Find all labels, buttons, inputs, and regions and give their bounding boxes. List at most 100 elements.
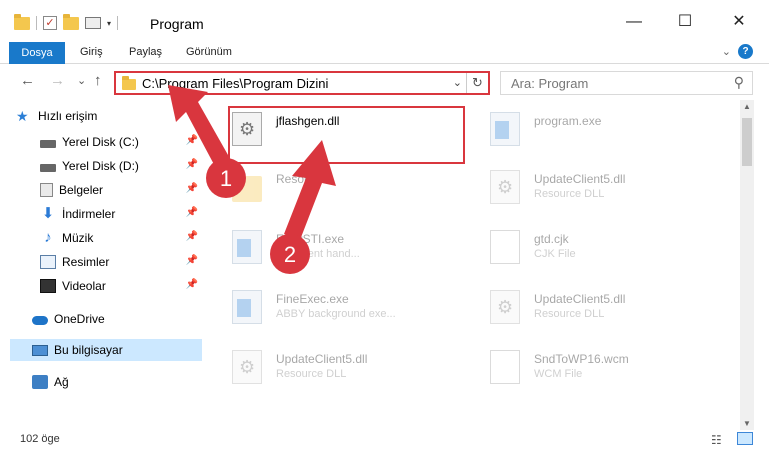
- search-icon[interactable]: ⚲: [734, 74, 744, 91]
- new-folder-icon[interactable]: [63, 13, 79, 30]
- address-bar[interactable]: C:\Program Files\Program Dizini ⌄ ↻: [114, 71, 490, 95]
- up-button[interactable]: ↑: [94, 72, 102, 89]
- sidebar-item-quick-access[interactable]: ★ Hızlı erişim: [16, 105, 202, 127]
- sidebar-item-label: Bu bilgisayar: [54, 343, 123, 357]
- vertical-scrollbar[interactable]: ▲ ▼: [740, 100, 754, 430]
- dll-gear-icon: [232, 350, 262, 384]
- sidebar-item-videos[interactable]: Videolar 📌: [40, 275, 202, 297]
- file-name: program.exe: [534, 114, 602, 128]
- properties-icon[interactable]: [85, 17, 101, 29]
- dll-gear-icon: [490, 170, 520, 204]
- pin-icon[interactable]: 📌: [186, 207, 198, 218]
- file-item[interactable]: Resource: [206, 164, 446, 208]
- address-path[interactable]: C:\Program Files\Program Dizini: [142, 76, 328, 91]
- file-item[interactable]: program.exe: [464, 106, 704, 150]
- drive-icon: [40, 163, 56, 172]
- sidebar-item-drive-c[interactable]: Yerel Disk (C:) 📌: [40, 131, 202, 153]
- scroll-down-arrow-icon[interactable]: ▼: [743, 419, 751, 428]
- quick-access-toolbar: ✓ ▾: [14, 13, 119, 32]
- sidebar-item-pictures[interactable]: Resimler 📌: [40, 251, 202, 273]
- customize-toolbar-dropdown[interactable]: ▾: [107, 19, 111, 28]
- folder-icon: [14, 13, 30, 30]
- file-name: UpdateClient5.dll: [534, 292, 626, 306]
- file-item[interactable]: SndToWP16.wcm WCM File: [464, 344, 704, 388]
- file-item[interactable]: gtd.cjk CJK File: [464, 224, 704, 268]
- sidebar-item-onedrive[interactable]: OneDrive: [32, 308, 202, 330]
- tab-file[interactable]: Dosya: [9, 42, 65, 64]
- music-icon: ♪: [44, 229, 52, 246]
- toolbar-separator: [117, 16, 119, 30]
- file-type: WCM File: [534, 368, 583, 380]
- file-type: Resource DLL: [534, 188, 605, 200]
- file-item[interactable]: FineExec.exe ABBY background exe...: [206, 284, 446, 328]
- address-dropdown-icon[interactable]: ⌄: [453, 76, 462, 89]
- sidebar-item-label: Videolar: [62, 279, 106, 293]
- maximize-button[interactable]: ☐: [670, 10, 700, 34]
- exe-icon: [490, 112, 520, 146]
- file-icon: [490, 350, 520, 384]
- back-button[interactable]: ←: [20, 72, 35, 89]
- pin-icon[interactable]: 📌: [186, 255, 198, 266]
- sidebar-item-label: Yerel Disk (D:): [62, 159, 139, 173]
- exe-icon: [232, 290, 262, 324]
- recent-locations-dropdown[interactable]: ⌄: [77, 74, 86, 87]
- file-item[interactable]: EasySTI.exe STI event hand...: [206, 224, 446, 268]
- file-type: STI event hand...: [276, 248, 360, 260]
- videos-icon: [40, 279, 56, 293]
- tab-share[interactable]: Paylaş: [129, 46, 162, 58]
- sidebar-item-label: Resimler: [62, 255, 110, 269]
- scrollbar-thumb[interactable]: [742, 118, 752, 166]
- window-title: Program: [150, 16, 204, 32]
- downloads-icon: ⬇: [41, 205, 55, 222]
- expand-ribbon-chevron-icon[interactable]: ⌄: [722, 45, 731, 58]
- details-view-icon[interactable]: ☷: [711, 433, 722, 447]
- star-icon: ★: [16, 108, 29, 124]
- sidebar-item-label: Hızlı erişim: [38, 109, 98, 123]
- search-placeholder: Ara: Program: [511, 76, 589, 91]
- tab-view[interactable]: Görünüm: [186, 46, 232, 58]
- help-icon[interactable]: ?: [738, 44, 753, 59]
- network-icon: [32, 375, 48, 389]
- forward-button[interactable]: →: [50, 72, 65, 89]
- dll-gear-icon: [490, 290, 520, 324]
- ribbon: Dosya Giriş Paylaş Görünüm ⌄ ?: [0, 40, 769, 64]
- file-name: gtd.cjk: [534, 232, 569, 246]
- pin-icon[interactable]: 📌: [186, 183, 198, 194]
- sidebar-item-downloads[interactable]: ⬇ İndirmeler 📌: [40, 203, 202, 225]
- close-button[interactable]: ✕: [724, 10, 754, 34]
- file-type: Resource DLL: [276, 368, 347, 380]
- file-item[interactable]: UpdateClient5.dll Resource DLL: [206, 344, 446, 388]
- scroll-up-arrow-icon[interactable]: ▲: [743, 102, 751, 111]
- item-count: 102 öge: [20, 433, 60, 445]
- file-icon: [490, 230, 520, 264]
- properties-check-icon[interactable]: ✓: [43, 16, 57, 30]
- search-box[interactable]: Ara: Program ⚲: [500, 71, 753, 95]
- status-bar: 102 öge ☷: [0, 430, 769, 466]
- file-name: EasySTI.exe: [276, 232, 345, 246]
- tab-home[interactable]: Giriş: [80, 46, 103, 58]
- drive-icon: [40, 139, 56, 148]
- pin-icon[interactable]: 📌: [186, 279, 198, 290]
- pin-icon[interactable]: 📌: [186, 159, 198, 170]
- sidebar-item-music[interactable]: ♪ Müzik 📌: [40, 227, 202, 249]
- file-item[interactable]: UpdateClient5.dll Resource DLL: [464, 284, 704, 328]
- sidebar-item-label: OneDrive: [54, 312, 105, 326]
- toolbar-separator: [36, 16, 37, 30]
- highlighted-file-box: [228, 106, 465, 164]
- minimize-button[interactable]: —: [619, 10, 649, 34]
- title-bar: ✓ ▾ Program — ☐ ✕: [0, 0, 769, 40]
- navigation-pane: ★ Hızlı erişim Yerel Disk (C:) 📌 Yerel D…: [0, 100, 206, 430]
- pin-icon[interactable]: 📌: [186, 135, 198, 146]
- sidebar-item-documents[interactable]: Belgeler 📌: [40, 179, 202, 201]
- file-name: UpdateClient5.dll: [534, 172, 626, 186]
- sidebar-item-label: Belgeler: [59, 183, 104, 197]
- refresh-button[interactable]: ↻: [466, 73, 488, 93]
- pin-icon[interactable]: 📌: [186, 231, 198, 242]
- file-name: UpdateClient5.dll: [276, 352, 368, 366]
- file-item[interactable]: UpdateClient5.dll Resource DLL: [464, 164, 704, 208]
- sidebar-item-this-pc[interactable]: Bu bilgisayar: [10, 339, 202, 361]
- sidebar-item-network[interactable]: Ağ: [32, 371, 202, 393]
- file-type: Resource DLL: [534, 308, 605, 320]
- large-icons-view-icon[interactable]: [737, 432, 753, 445]
- sidebar-item-drive-d[interactable]: Yerel Disk (D:) 📌: [40, 155, 202, 177]
